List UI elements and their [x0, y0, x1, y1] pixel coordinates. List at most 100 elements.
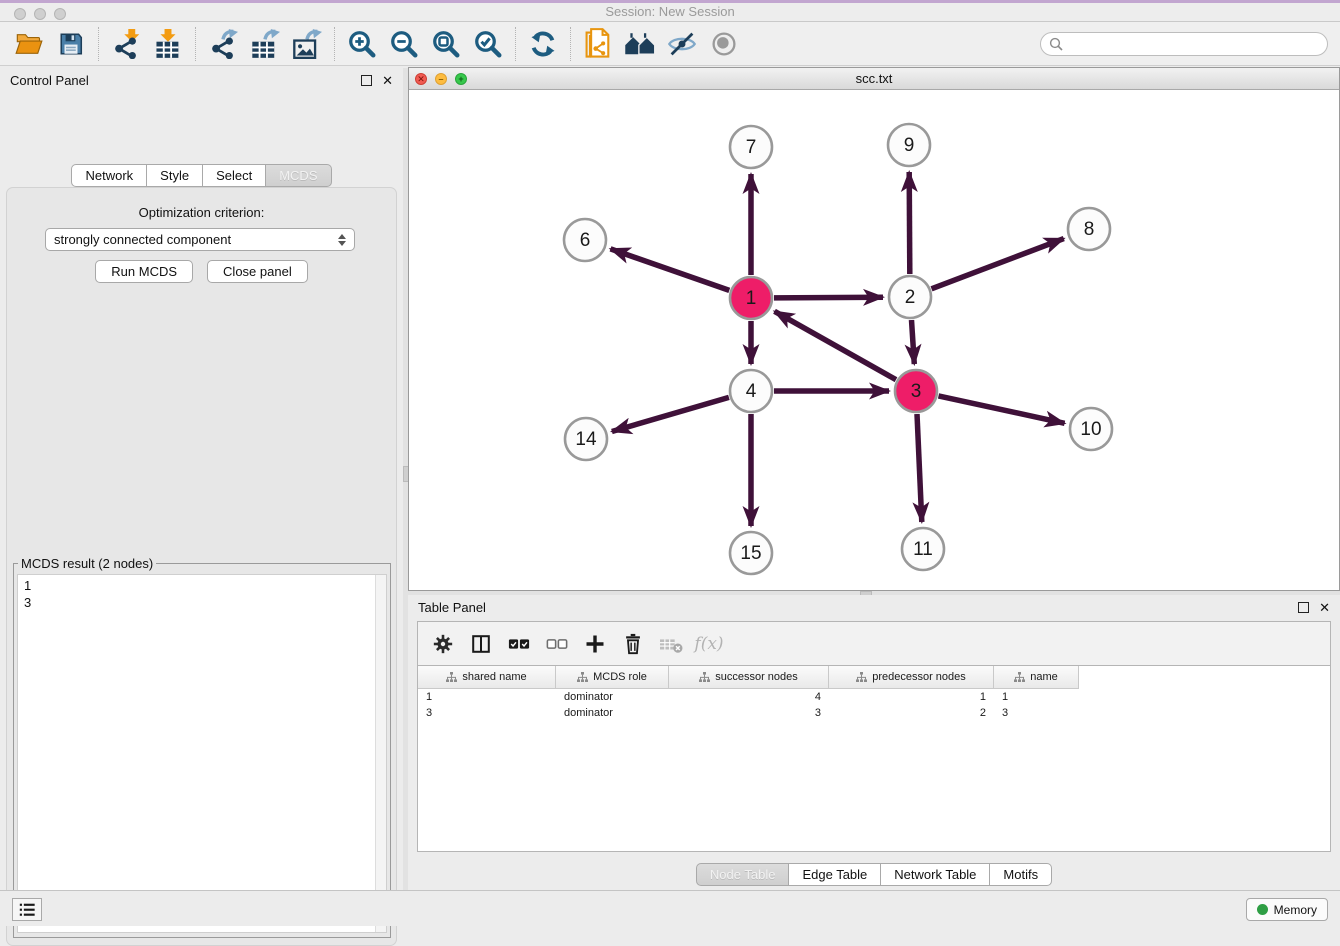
delete-table-button[interactable] — [654, 627, 688, 661]
delete-column-button[interactable] — [616, 627, 650, 661]
import-network-icon — [111, 29, 141, 59]
task-history-button[interactable] — [12, 898, 42, 921]
column-header-predecessor-nodes[interactable]: predecessor nodes — [829, 666, 994, 689]
show-all-networks-button[interactable] — [622, 26, 658, 62]
graph-node-14[interactable]: 14 — [565, 418, 607, 460]
zoom-fit-button[interactable] — [428, 26, 464, 62]
graph-node-label: 2 — [905, 287, 916, 308]
graph-node-label: 10 — [1080, 419, 1101, 440]
graph-edge-3-1[interactable] — [775, 311, 897, 379]
fx-icon: f(x) — [694, 634, 723, 654]
network-close-icon[interactable]: ✕ — [415, 73, 427, 85]
criterion-select[interactable]: strongly connected component — [45, 228, 355, 251]
close-panel-button[interactable]: Close panel — [207, 260, 308, 283]
export-table-button[interactable] — [247, 26, 283, 62]
graph-edge-1-2[interactable] — [774, 297, 883, 298]
float-table-panel-icon[interactable] — [1298, 602, 1309, 613]
graph-edge-2-8[interactable] — [932, 239, 1064, 289]
refresh-icon — [528, 29, 558, 59]
graph-node-label: 4 — [746, 381, 757, 402]
graph-node-2[interactable]: 2 — [889, 276, 931, 318]
table-row[interactable]: 1dominator411 — [418, 689, 1330, 705]
run-mcds-button[interactable]: Run MCDS — [95, 260, 193, 283]
scrollbar[interactable] — [375, 575, 386, 932]
column-header-successor-nodes[interactable]: successor nodes — [669, 666, 829, 689]
tab-network[interactable]: Network — [71, 164, 147, 187]
column-settings-button[interactable] — [426, 627, 460, 661]
column-tree-icon — [699, 672, 710, 683]
network-minimize-icon[interactable]: – — [435, 73, 447, 85]
zoom-selected-button[interactable] — [470, 26, 506, 62]
merge-columns-button[interactable] — [464, 627, 498, 661]
close-table-panel-icon[interactable]: ✕ — [1319, 602, 1330, 613]
import-network-button[interactable] — [108, 26, 144, 62]
new-network-from-file-button[interactable] — [580, 26, 616, 62]
checked-boxes-icon — [507, 633, 531, 655]
graph-node-3[interactable]: 3 — [895, 370, 937, 412]
column-header-MCDS-role[interactable]: MCDS role — [556, 666, 669, 689]
export-image-button[interactable] — [289, 26, 325, 62]
tab-mcds[interactable]: MCDS — [266, 164, 331, 187]
table-tab-edge-table[interactable]: Edge Table — [789, 863, 881, 886]
table-cell: dominator — [556, 707, 669, 719]
function-builder-button[interactable]: f(x) — [692, 627, 726, 661]
open-session-button[interactable] — [11, 26, 47, 62]
table-header-row: shared name MCDS rolesuccessor nodes prede… — [418, 666, 1330, 689]
table-cell: 3 — [669, 707, 829, 719]
memory-label: Memory — [1274, 903, 1317, 917]
tab-select[interactable]: Select — [203, 164, 266, 187]
import-table-button[interactable] — [150, 26, 186, 62]
export-network-button[interactable] — [205, 26, 241, 62]
select-all-columns-button[interactable] — [502, 627, 536, 661]
float-panel-icon[interactable] — [361, 75, 372, 86]
graph-node-15[interactable]: 15 — [730, 532, 772, 574]
control-panel-title: Control Panel — [10, 73, 361, 88]
mcds-result-textarea[interactable]: 13 — [17, 574, 387, 933]
graph-node-label: 6 — [580, 230, 591, 251]
graph-edge-3-11[interactable] — [917, 414, 922, 522]
graph-node-9[interactable]: 9 — [888, 124, 930, 166]
network-window-titlebar[interactable]: ✕ – + scc.txt — [409, 68, 1339, 90]
graph-edge-2-9[interactable] — [909, 172, 910, 274]
memory-status-icon — [1257, 904, 1268, 915]
close-panel-icon[interactable]: ✕ — [382, 75, 393, 86]
network-canvas[interactable]: 7 9 6 8 1 2 4 3 14 10 15 11 — [409, 90, 1339, 590]
column-header-shared-name[interactable]: shared name — [418, 666, 556, 689]
network-maximize-icon[interactable]: + — [455, 73, 467, 85]
zoom-in-button[interactable] — [344, 26, 380, 62]
table-tab-motifs[interactable]: Motifs — [990, 863, 1052, 886]
graph-node-11[interactable]: 11 — [902, 528, 944, 570]
graph-edge-3-10[interactable] — [939, 396, 1065, 423]
eye-icon — [709, 31, 739, 57]
table-cell: 1 — [829, 691, 994, 703]
table-row[interactable]: 3dominator323 — [418, 705, 1330, 721]
graph-node-10[interactable]: 10 — [1070, 408, 1112, 450]
tab-style[interactable]: Style — [147, 164, 203, 187]
graph-edge-1-6[interactable] — [611, 249, 730, 291]
table-tab-network-table[interactable]: Network Table — [881, 863, 990, 886]
table-cell: 1 — [994, 691, 1079, 703]
zoom-out-button[interactable] — [386, 26, 422, 62]
apply-layout-button[interactable] — [525, 26, 561, 62]
graph-node-8[interactable]: 8 — [1068, 208, 1110, 250]
memory-button[interactable]: Memory — [1246, 898, 1328, 921]
graph-node-6[interactable]: 6 — [564, 219, 606, 261]
export-network-icon — [208, 29, 238, 59]
graph-node-4[interactable]: 4 — [730, 370, 772, 412]
column-header-label: shared name — [462, 671, 526, 683]
hide-graphics-details-button[interactable] — [664, 26, 700, 62]
table-tab-node-table[interactable]: Node Table — [696, 863, 790, 886]
unchecked-boxes-icon — [545, 633, 569, 655]
graph-node-1[interactable]: 1 — [730, 277, 772, 319]
save-session-button[interactable] — [53, 26, 89, 62]
graph-edge-4-14[interactable] — [612, 397, 729, 431]
graph-edge-2-3[interactable] — [912, 320, 915, 364]
search-input[interactable] — [1063, 34, 1327, 54]
add-column-button[interactable] — [578, 627, 612, 661]
show-graphics-details-button[interactable] — [706, 26, 742, 62]
graph-node-7[interactable]: 7 — [730, 126, 772, 168]
column-header-name[interactable]: name — [994, 666, 1079, 689]
export-image-icon — [292, 29, 322, 59]
unselect-all-columns-button[interactable] — [540, 627, 574, 661]
column-header-label: predecessor nodes — [872, 671, 966, 683]
